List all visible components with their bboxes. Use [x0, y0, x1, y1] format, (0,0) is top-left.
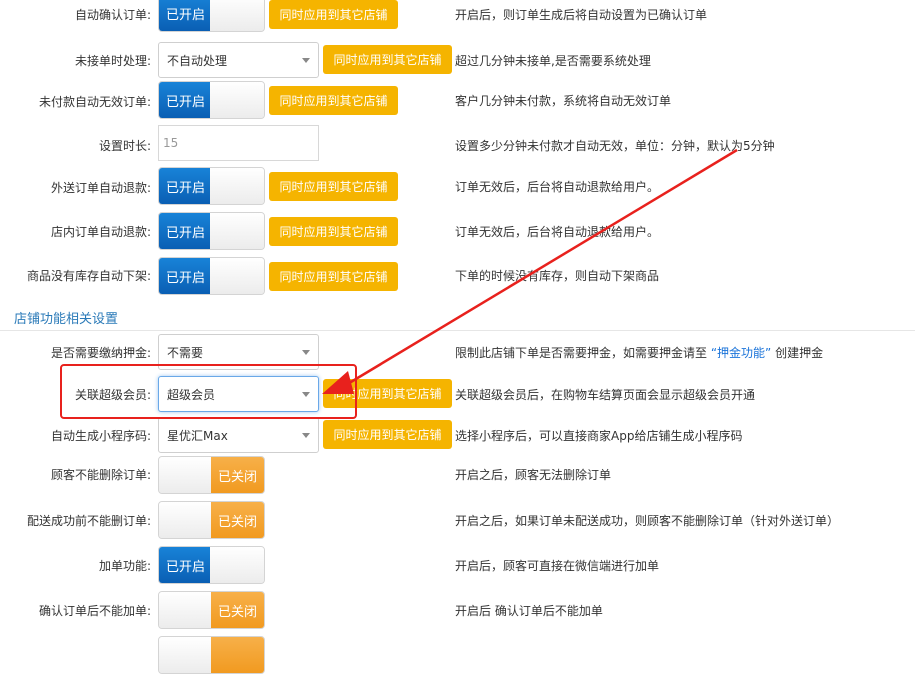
delivery-refund-toggle[interactable]: 已开启: [158, 167, 265, 205]
toggle-knob: [210, 258, 264, 294]
toggle-off-label: 已关闭: [211, 502, 264, 538]
unpaid-invalid-apply-button[interactable]: 同时应用到其它店铺: [269, 86, 398, 115]
no-delete-toggle[interactable]: 已关闭: [158, 456, 265, 494]
auto-confirm-desc: 开启后，则订单生成后将自动设置为已确认订单: [455, 8, 708, 22]
instore-refund-label: 店内订单自动退款:: [50, 225, 151, 239]
mini-program-label: 自动生成小程序码:: [50, 429, 151, 443]
toggle-on-label: 已开启: [159, 213, 212, 249]
instore-refund-desc: 订单无效后，后台将自动退款给用户。: [455, 225, 660, 239]
no-stock-desc: 下单的时候没有库存，则自动下架商品: [455, 269, 660, 283]
no-stock-label: 商品没有库存自动下架:: [26, 269, 151, 283]
unpaid-invalid-label: 未付款自动无效订单:: [38, 95, 151, 109]
section-divider: [0, 330, 915, 331]
unaccepted-label: 未接单时处理:: [74, 54, 151, 68]
unaccepted-select[interactable]: 不自动处理: [158, 42, 319, 78]
toggle-off-label: 已关闭: [211, 592, 264, 628]
deposit-desc-text: 限制此店铺下单是否需要押金，如需要押金请至: [455, 346, 708, 360]
toggle-off-label: 已关闭: [211, 457, 264, 493]
add-order-desc: 开启后，顾客可直接在微信端进行加单: [455, 559, 660, 573]
toggle-knob: [159, 457, 213, 493]
instore-refund-apply-button[interactable]: 同时应用到其它店铺: [269, 217, 398, 246]
delivery-refund-apply-button[interactable]: 同时应用到其它店铺: [269, 172, 398, 201]
toggle-on-label: 已开启: [159, 0, 212, 31]
no-stock-apply-button[interactable]: 同时应用到其它店铺: [269, 262, 398, 291]
no-delete-before-desc: 开启之后，如果订单未配送成功，则顾客不能删除订单（针对外送订单）: [455, 514, 840, 528]
auto-confirm-toggle[interactable]: 已开启: [158, 0, 265, 32]
unpaid-invalid-toggle[interactable]: 已开启: [158, 81, 265, 119]
super-member-desc: 关联超级会员后，在购物车结算页面会显示超级会员开通: [455, 388, 756, 402]
deposit-label: 是否需要缴纳押金:: [50, 346, 151, 360]
delivery-refund-desc: 订单无效后，后台将自动退款给用户。: [455, 180, 660, 194]
mini-program-apply-button[interactable]: 同时应用到其它店铺: [323, 420, 452, 449]
toggle-knob: [210, 547, 264, 583]
toggle-on-label: 已开启: [159, 547, 212, 583]
no-add-after-label: 确认订单后不能加单:: [38, 604, 151, 618]
toggle-knob: [210, 213, 264, 249]
no-delete-before-toggle[interactable]: 已关闭: [158, 501, 265, 539]
annotation-highlight-box: [60, 364, 357, 419]
section-title: 店铺功能相关设置: [14, 312, 119, 327]
deposit-select-value: 不需要: [167, 345, 204, 360]
add-order-toggle[interactable]: 已开启: [158, 546, 265, 584]
toggle-off-partial: [211, 637, 264, 673]
deposit-desc-tail: 创建押金: [775, 346, 824, 360]
chevron-down-icon: [302, 350, 310, 355]
next-toggle-partial[interactable]: [158, 636, 265, 674]
instore-refund-toggle[interactable]: 已开启: [158, 212, 265, 250]
no-delete-desc: 开启之后，顾客无法删除订单: [455, 468, 612, 482]
deposit-desc: 限制此店铺下单是否需要押金，如需要押金请至 “押金功能” 创建押金: [455, 344, 823, 361]
chevron-down-icon: [302, 433, 310, 438]
toggle-on-label: 已开启: [159, 258, 212, 294]
toggle-on-label: 已开启: [159, 82, 212, 118]
time-setting-label: 设置时长:: [98, 139, 151, 153]
mini-program-select[interactable]: 星优汇Max: [158, 417, 319, 453]
deposit-function-link[interactable]: “押金功能”: [711, 346, 771, 360]
toggle-knob: [159, 502, 213, 538]
no-delete-before-label: 配送成功前不能删订单:: [26, 514, 151, 528]
toggle-knob: [159, 592, 213, 628]
toggle-knob: [159, 637, 213, 673]
unaccepted-select-value: 不自动处理: [167, 53, 228, 68]
time-setting-input[interactable]: 15: [158, 125, 319, 161]
mini-program-select-value: 星优汇Max: [167, 428, 228, 443]
no-add-after-toggle[interactable]: 已关闭: [158, 591, 265, 629]
mini-program-desc: 选择小程序后，可以直接商家App给店铺生成小程序码: [455, 429, 743, 443]
no-add-after-desc: 开启后 确认订单后不能加单: [455, 604, 603, 618]
no-stock-toggle[interactable]: 已开启: [158, 257, 265, 295]
delivery-refund-label: 外送订单自动退款:: [50, 181, 151, 195]
toggle-knob: [210, 0, 264, 31]
toggle-knob: [210, 168, 264, 204]
toggle-on-label: 已开启: [159, 168, 212, 204]
unaccepted-apply-button[interactable]: 同时应用到其它店铺: [323, 45, 452, 74]
auto-confirm-apply-button[interactable]: 同时应用到其它店铺: [269, 0, 398, 29]
toggle-knob: [210, 82, 264, 118]
unaccepted-desc: 超过几分钟未接单,是否需要系统处理: [455, 54, 651, 68]
auto-confirm-label: 自动确认订单:: [74, 8, 151, 22]
time-setting-desc: 设置多少分钟未付款才自动无效，单位：分钟，默认为5分钟: [455, 139, 775, 153]
no-delete-label: 顾客不能删除订单:: [50, 468, 151, 482]
add-order-label: 加单功能:: [98, 559, 151, 573]
unpaid-invalid-desc: 客户几分钟未付款，系统将自动无效订单: [455, 94, 672, 108]
chevron-down-icon: [302, 58, 310, 63]
